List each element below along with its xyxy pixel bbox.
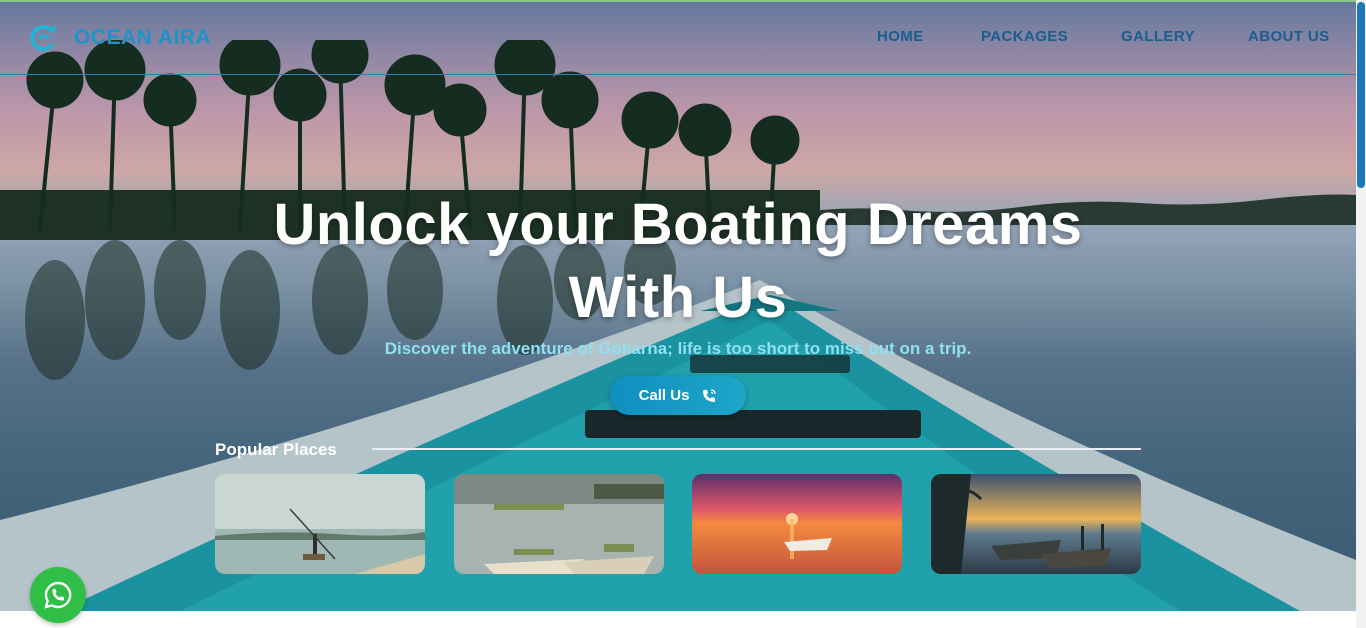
place-card-image — [454, 474, 664, 574]
place-card-image — [692, 474, 902, 574]
site-header: OCEAN AIRA HOME PACKAGES GALLERY ABOUT U… — [0, 0, 1356, 75]
phone-icon — [703, 388, 717, 402]
whatsapp-icon — [44, 581, 72, 609]
hero-tagline: Discover the adventure of Gokarna; life … — [384, 339, 972, 358]
hero-headline: Unlock your Boating Dreams With Us — [0, 188, 1356, 334]
hero-headline-line1: Unlock your Boating Dreams — [273, 192, 1083, 257]
place-card-boats-in-marsh[interactable] — [454, 474, 664, 574]
call-us-button[interactable]: Call Us — [610, 376, 746, 415]
call-us-label: Call Us — [638, 387, 690, 404]
place-card-image — [215, 474, 425, 574]
nav-packages[interactable]: PACKAGES — [981, 28, 1068, 50]
whatsapp-button[interactable] — [30, 567, 86, 623]
brand[interactable]: OCEAN AIRA — [28, 22, 211, 54]
popular-places-title: Popular Places — [215, 440, 337, 459]
place-card-image — [931, 474, 1141, 574]
popular-places-divider — [372, 448, 1141, 450]
place-card-sunset-boat[interactable] — [692, 474, 902, 574]
place-card-fisherman-on-river[interactable] — [215, 474, 425, 574]
brand-name: OCEAN AIRA — [74, 26, 212, 49]
nav-home[interactable]: HOME — [877, 28, 924, 50]
hero-headline-line2: With Us — [568, 265, 788, 330]
page-scrollbar-thumb[interactable] — [1357, 2, 1365, 188]
wave-logo-icon — [30, 25, 56, 51]
place-card-dusk-boats-shore[interactable] — [931, 474, 1141, 574]
nav-gallery[interactable]: GALLERY — [1121, 28, 1195, 50]
nav-about-us[interactable]: ABOUT US — [1248, 28, 1330, 50]
